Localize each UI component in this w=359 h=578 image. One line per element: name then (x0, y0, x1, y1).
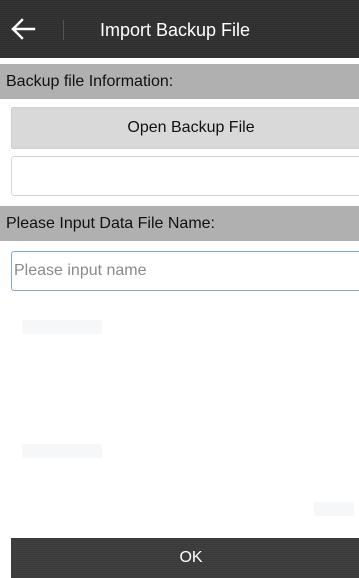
ok-label: OK (179, 549, 203, 566)
page-title: Import Backup File (100, 20, 251, 40)
faint-artifact (22, 320, 102, 334)
backup-info-heading: Backup file Information: (0, 64, 359, 99)
title-divider (63, 20, 64, 40)
faint-artifact (22, 444, 102, 458)
ok-button[interactable]: OK (11, 538, 359, 578)
backup-info-field (11, 156, 359, 196)
open-backup-file-button[interactable]: Open Backup File (11, 107, 359, 149)
title-bar: Import Backup File (0, 0, 359, 58)
data-file-name-input[interactable] (11, 251, 359, 291)
faint-artifact (314, 502, 354, 516)
arrow-left-icon[interactable] (8, 14, 38, 44)
data-file-name-heading: Please Input Data File Name: (0, 206, 359, 241)
open-backup-file-label: Open Backup File (127, 119, 255, 136)
